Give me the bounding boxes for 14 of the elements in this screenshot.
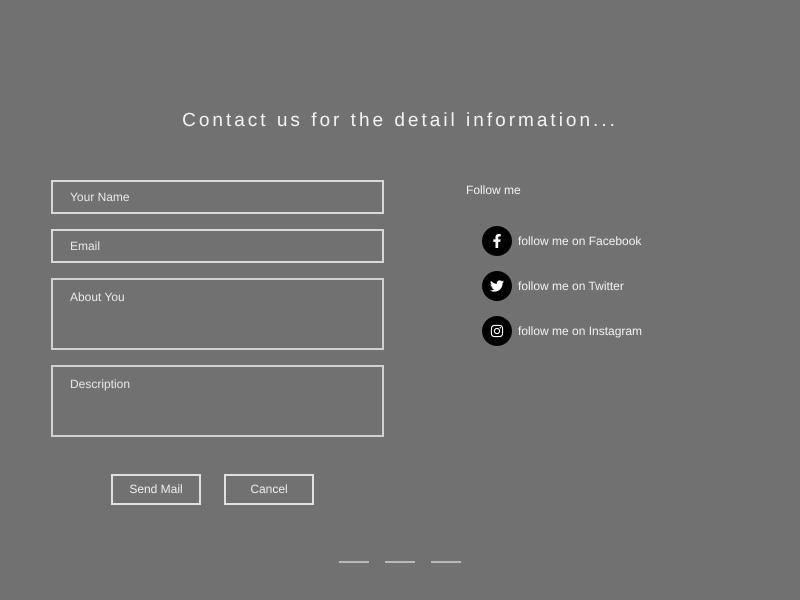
text-area[interactable]: Description [51,364,384,436]
text-field[interactable]: Email [51,228,384,262]
social-link[interactable]: follow me on Facebook [518,232,642,250]
text-field[interactable]: Your Name [51,180,384,214]
bird-icon[interactable] [482,270,512,300]
camera-icon[interactable] [482,316,512,346]
social-link[interactable]: follow me on Twitter [518,276,624,294]
follow-title: Follow me [466,182,522,198]
social-link[interactable]: follow me on Instagram [518,322,642,340]
facebook-icon[interactable] [482,226,512,256]
send-button[interactable]: Send Mail [111,474,201,504]
text-area[interactable]: About You [51,278,384,350]
page-heading: Contact us for the detail information... [182,109,618,133]
cancel-button[interactable]: Cancel [224,474,314,504]
